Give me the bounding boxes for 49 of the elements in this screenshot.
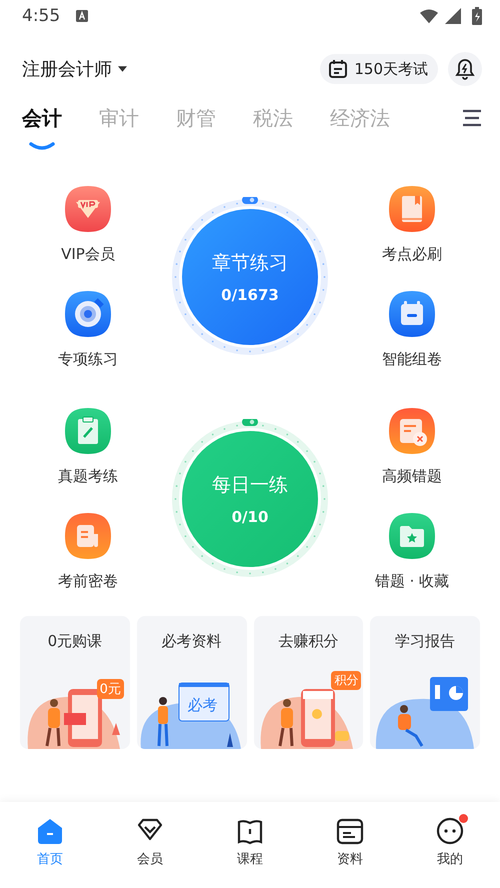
exam-selector[interactable]: 注册会计师 xyxy=(22,57,127,81)
promo-card[interactable]: 学习报告 xyxy=(370,616,480,749)
promo-card[interactable]: 0元购课 0元 xyxy=(20,616,130,749)
illustration-label: 0元 xyxy=(96,679,124,699)
feature-button[interactable]: 专项练习 xyxy=(58,350,118,369)
battery-icon xyxy=(472,7,482,25)
nav-tab[interactable]: 资料 xyxy=(300,808,400,888)
feature-button[interactable]: 智能组卷 xyxy=(382,350,442,369)
feature-button[interactable]: VIP会员 xyxy=(61,245,115,264)
notification-icon xyxy=(76,10,88,22)
signal-icon xyxy=(444,8,462,24)
notification-button[interactable] xyxy=(448,52,482,86)
feature-button[interactable]: 错题 · 收藏 xyxy=(374,572,450,591)
card-title: 0元购课 xyxy=(48,632,102,651)
card-title: 去赚积分 xyxy=(278,632,338,651)
exam-countdown-button[interactable]: 150天考试 xyxy=(320,54,438,84)
feature-button[interactable]: 高频错题 xyxy=(382,467,442,486)
card-title: 学习报告 xyxy=(395,632,456,651)
card-title: 必考资料 xyxy=(162,632,222,651)
error-sheet-icon xyxy=(388,407,436,455)
face-icon xyxy=(435,816,465,846)
menu-icon[interactable] xyxy=(462,109,482,127)
bell-icon xyxy=(455,58,475,80)
promo-card[interactable]: 去赚积分 积分 xyxy=(254,616,364,749)
target-icon xyxy=(64,290,112,338)
feature-button[interactable]: 考点必刷 xyxy=(382,245,442,264)
card-icon xyxy=(335,816,365,846)
feature-button[interactable]: 真题考练 xyxy=(58,467,118,486)
calendar-icon xyxy=(388,290,436,338)
nav-tab[interactable]: 会员 xyxy=(100,808,200,888)
illustration-label: 必考 xyxy=(186,695,219,716)
home-icon xyxy=(35,816,65,846)
nav-tab[interactable]: 我的 xyxy=(400,808,500,888)
wifi-icon xyxy=(420,8,438,24)
tab-indicator xyxy=(29,142,55,150)
subject-tab[interactable]: 会计 xyxy=(22,98,62,138)
nav-tab[interactable]: 课程 xyxy=(200,808,300,888)
status-time: 4:55 xyxy=(22,6,60,26)
promo-card[interactable]: 必考资料 必考 xyxy=(136,616,246,749)
feature-button[interactable]: 考前密卷 xyxy=(58,572,118,591)
document-icon xyxy=(64,512,112,560)
illustration-label: 积分 xyxy=(331,671,362,690)
nav-tab[interactable]: 首页 xyxy=(0,808,100,888)
calendar-icon xyxy=(328,59,348,79)
clipboard-icon xyxy=(64,407,112,455)
caret-icon xyxy=(118,66,127,72)
star-folder-icon xyxy=(388,512,436,560)
book-icon xyxy=(388,185,436,233)
diamond-icon xyxy=(64,185,112,233)
